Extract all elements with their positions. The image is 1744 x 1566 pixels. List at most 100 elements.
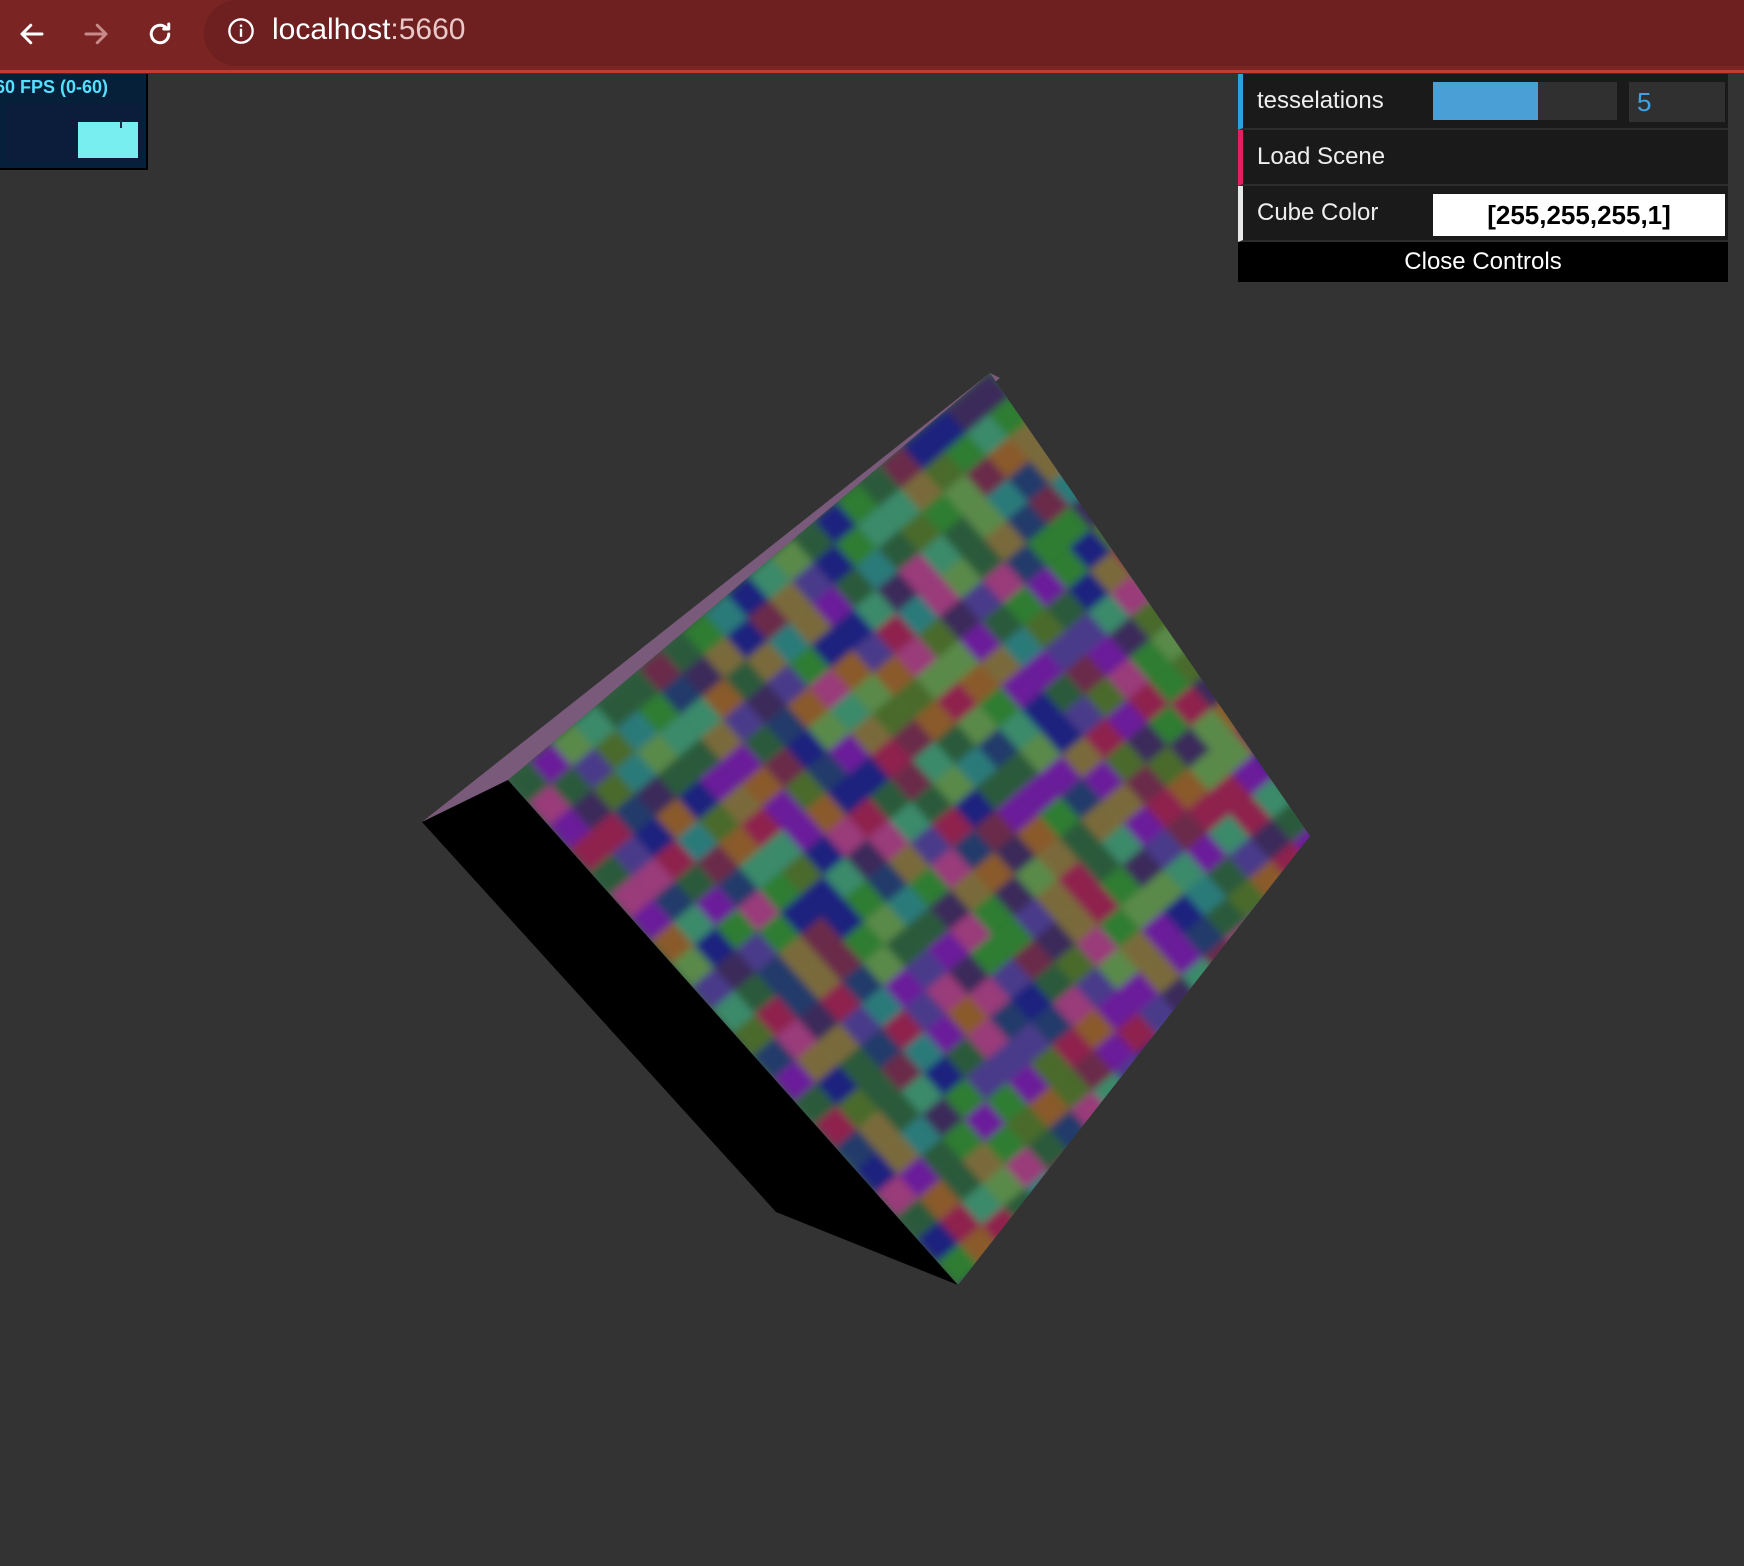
cube-color-label: Cube Color <box>1257 199 1379 226</box>
texture-tile <box>1112 1095 1156 1137</box>
cube-texture <box>508 373 1524 1285</box>
webgl-canvas[interactable] <box>0 74 1744 1566</box>
texture-tile <box>1418 878 1460 919</box>
site-info-icon[interactable] <box>226 16 256 46</box>
texture-tile <box>1156 1058 1199 1100</box>
texture-tile <box>1155 1100 1198 1142</box>
texture-tile <box>1223 961 1267 1004</box>
texture-tile <box>1245 943 1289 985</box>
texture-tile <box>1242 1026 1286 1068</box>
url-host: localhost <box>272 13 391 46</box>
tesselations-slider[interactable] <box>1433 82 1617 120</box>
texture-tile <box>1421 795 1463 836</box>
texture-tile <box>1197 1104 1240 1146</box>
texture-tile <box>1134 473 1177 516</box>
texture-tile <box>1401 772 1443 813</box>
texture-tile <box>1316 763 1358 804</box>
texture-tile <box>1089 1155 1132 1197</box>
texture-tile <box>1254 694 1297 736</box>
back-button[interactable] <box>12 14 52 54</box>
texture-tile <box>1133 515 1176 557</box>
texture-tile <box>1329 993 1371 1034</box>
texture-tile <box>1178 1040 1221 1082</box>
texture-tile <box>1319 680 1361 721</box>
texture-tile <box>1032 373 1075 401</box>
texture-tile <box>1351 975 1393 1016</box>
texture-tile <box>1355 851 1397 892</box>
texture-tile <box>1153 1141 1197 1183</box>
texture-tile <box>1339 703 1381 744</box>
texture-tile <box>1051 423 1094 465</box>
fps-graph-bar <box>78 122 138 158</box>
texture-tile <box>1158 1017 1201 1059</box>
texture-tile <box>1111 1137 1154 1179</box>
tesselations-input[interactable]: 5 <box>1629 82 1725 122</box>
texture-tile <box>1293 781 1310 824</box>
texture-tile <box>1011 373 1055 378</box>
arrow-right-icon <box>84 23 108 45</box>
texture-tile <box>1398 855 1440 896</box>
texture-tile <box>1379 791 1421 832</box>
texture-tile <box>1357 809 1399 850</box>
texture-tile <box>1267 924 1310 967</box>
url-port: :5660 <box>390 13 466 46</box>
texture-tile <box>1244 984 1287 1026</box>
texture-tile <box>1462 841 1504 882</box>
texture-tile <box>1439 901 1481 942</box>
texture-tile <box>1266 966 1309 1008</box>
texture-tile <box>979 1248 1023 1285</box>
texture-tile <box>1417 919 1459 960</box>
tesselations-slider-fill <box>1433 82 1538 120</box>
texture-tile <box>1234 671 1277 713</box>
fps-stats-panel[interactable]: 60 FPS (0-60) <box>0 74 148 170</box>
texture-tile <box>1194 584 1237 626</box>
texture-tile <box>1295 740 1310 782</box>
controls-panel: tesselations 5 Load Scene Cube Color [25… <box>1238 74 1728 282</box>
texture-tile <box>1092 469 1135 511</box>
texture-tile <box>1093 427 1137 470</box>
texture-tile <box>1155 496 1198 539</box>
texture-tile <box>1175 1122 1218 1165</box>
url-text[interactable]: localhost:5660 <box>272 12 465 48</box>
texture-tile <box>1460 882 1502 923</box>
texture-tile <box>1257 611 1300 653</box>
texture-tile <box>1193 625 1236 667</box>
cube-color-input[interactable]: [255,255,255,1] <box>1433 194 1725 236</box>
texture-tile <box>1395 938 1437 979</box>
tesselations-label: tesselations <box>1257 87 1384 114</box>
texture-tile <box>1317 722 1359 763</box>
forward-button[interactable] <box>76 14 116 54</box>
texture-tile <box>1196 542 1239 585</box>
texture-tile <box>1354 892 1396 933</box>
texture-tile <box>1376 874 1418 915</box>
texture-tile <box>1482 864 1524 905</box>
texture-tile <box>1399 814 1441 855</box>
texture-tile <box>1153 538 1196 580</box>
texture-tile <box>1215 607 1258 649</box>
texture-tile <box>1336 786 1378 827</box>
texture-tile <box>1440 860 1482 901</box>
texture-tile <box>1420 837 1462 878</box>
reload-button[interactable] <box>140 14 180 54</box>
close-controls-button[interactable]: Close Controls <box>1238 242 1728 282</box>
texture-tile <box>1274 717 1310 759</box>
texture-tile <box>1308 970 1310 1012</box>
texture-tile <box>1199 1063 1242 1105</box>
texture-tile <box>1264 1007 1308 1049</box>
texture-tile <box>1022 1252 1065 1285</box>
fps-graph <box>6 104 142 162</box>
texture-tile <box>1307 1011 1310 1054</box>
texture-tile <box>1090 1114 1134 1156</box>
texture-tile <box>1313 846 1355 887</box>
texture-tile <box>1131 1159 1175 1202</box>
texture-tile <box>1338 745 1380 786</box>
texture-tile <box>1269 883 1310 925</box>
texture-tile <box>1255 652 1299 695</box>
load-scene-button[interactable]: Load Scene <box>1238 130 1728 186</box>
texture-tile <box>1286 989 1310 1031</box>
texture-tile <box>1000 1270 1043 1285</box>
texture-tile <box>1396 897 1438 938</box>
tesselations-control: tesselations 5 <box>1238 74 1728 130</box>
texture-tile <box>1088 1196 1131 1239</box>
texture-tile <box>1219 1085 1262 1128</box>
